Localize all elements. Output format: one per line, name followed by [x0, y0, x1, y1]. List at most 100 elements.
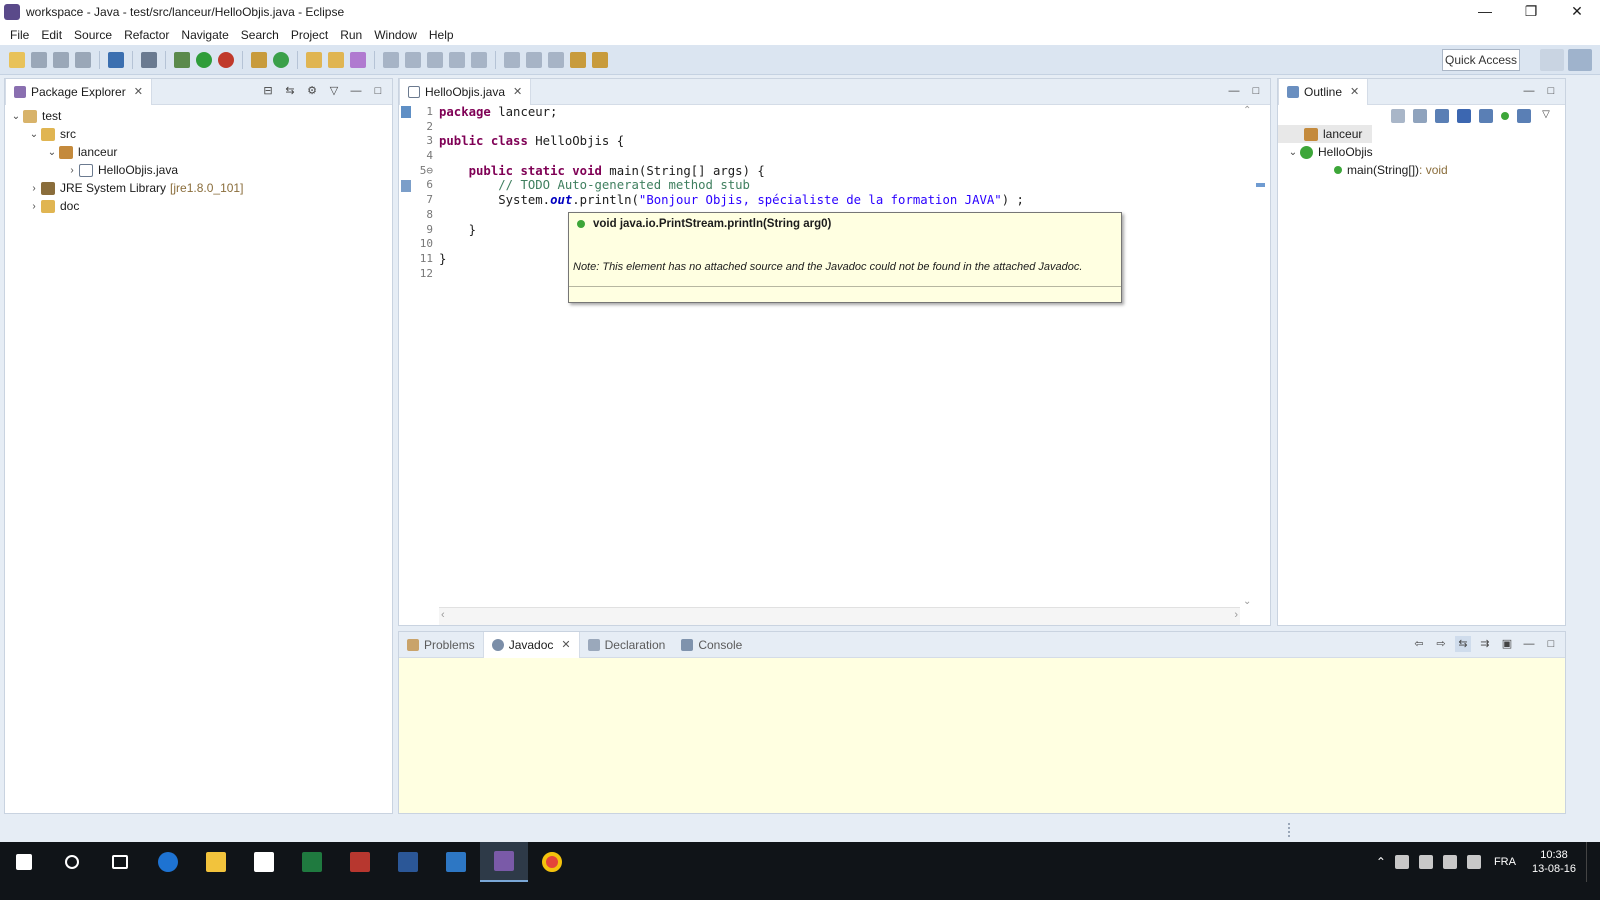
tree-item-jre-library[interactable]: › JRE System Library [jre1.8.0_101] — [5, 179, 392, 197]
chevron-down-icon[interactable]: ⌄ — [27, 129, 41, 140]
overview-marker[interactable] — [1256, 183, 1265, 187]
word-button[interactable] — [384, 842, 432, 882]
excel-button[interactable] — [288, 842, 336, 882]
maximize-view-icon[interactable]: □ — [1543, 636, 1559, 652]
horizontal-scrollbar[interactable]: ‹ › — [439, 607, 1240, 625]
chevron-down-icon[interactable]: ⌄ — [45, 147, 59, 158]
menu-window[interactable]: Window — [368, 28, 423, 42]
search-button[interactable] — [48, 842, 96, 882]
chevron-right-icon[interactable]: › — [27, 183, 41, 194]
last-edit-icon[interactable] — [548, 51, 564, 68]
sort-icon[interactable] — [1435, 109, 1449, 123]
scroll-up-icon[interactable]: ⌃ — [1243, 105, 1251, 116]
new-java-package-icon[interactable] — [251, 51, 267, 68]
hide-static-icon[interactable] — [1479, 109, 1493, 123]
editor-body[interactable]: 1 2 3 4 5⊖ 6 7 8 9 10 11 12 package lanc… — [399, 105, 1270, 625]
toggle-whitespace-icon[interactable] — [427, 51, 443, 68]
menu-refactor[interactable]: Refactor — [118, 28, 175, 42]
show-whitespace-icon[interactable] — [449, 51, 465, 68]
minimize-view-icon[interactable]: — — [1521, 636, 1537, 652]
run-icon[interactable] — [196, 51, 212, 68]
edge-button[interactable] — [144, 842, 192, 882]
close-button[interactable]: ✕ — [1554, 0, 1600, 24]
close-icon[interactable]: ✕ — [513, 85, 522, 98]
terminal-icon[interactable] — [108, 51, 124, 68]
back-arrow-icon[interactable] — [570, 51, 586, 68]
task-view-button[interactable] — [96, 842, 144, 882]
menu-run[interactable]: Run — [334, 28, 368, 42]
hide-fields-icon[interactable] — [1457, 109, 1471, 123]
save-icon[interactable] — [31, 51, 47, 68]
link-with-selection-icon[interactable]: ⇆ — [1455, 636, 1471, 652]
notifications-icon[interactable] — [1466, 855, 1481, 869]
back-icon[interactable]: ⇦ — [1411, 636, 1427, 652]
powershell-button[interactable] — [432, 842, 480, 882]
vertical-scrollbar[interactable]: ⌃ ⌄ — [1240, 105, 1256, 607]
access-button[interactable] — [336, 842, 384, 882]
eclipse-taskbar-button[interactable] — [480, 842, 528, 882]
minimize-view-icon[interactable]: — — [348, 83, 364, 99]
tab-declaration[interactable]: Declaration — [580, 632, 674, 658]
menu-search[interactable]: Search — [235, 28, 285, 42]
maximize-view-icon[interactable]: □ — [370, 83, 386, 99]
view-menu-icon[interactable]: ▽ — [326, 83, 342, 99]
minimize-button[interactable]: — — [1462, 0, 1508, 24]
status-trim-handle[interactable] — [1288, 823, 1290, 837]
forward-icon[interactable]: ⇨ — [1433, 636, 1449, 652]
chevron-down-icon[interactable]: ⌄ — [1286, 147, 1300, 158]
view-menu-icon[interactable]: ▽ — [1539, 109, 1553, 123]
hide-non-public-icon[interactable] — [1501, 112, 1509, 120]
close-icon[interactable]: ✕ — [1350, 85, 1359, 98]
tree-item-helloobjis-java[interactable]: › HelloObjis.java — [5, 161, 392, 179]
new-java-class-icon[interactable] — [273, 51, 289, 68]
open-attached-javadoc-icon[interactable]: ⇉ — [1477, 636, 1493, 652]
collapse-all-icon[interactable] — [1413, 109, 1427, 123]
tab-console[interactable]: Console — [673, 632, 750, 658]
toggle-block-icon[interactable] — [405, 51, 421, 68]
file-explorer-button[interactable] — [192, 842, 240, 882]
battery-icon[interactable] — [1394, 855, 1409, 869]
forward-arrow-icon[interactable] — [592, 51, 608, 68]
code-area[interactable]: package lanceur; public class HelloObjis… — [439, 105, 1240, 607]
tab-outline[interactable]: Outline ✕ — [1278, 78, 1369, 105]
toggle-mark-icon[interactable] — [383, 51, 399, 68]
tab-javadoc[interactable]: Javadoc ✕ — [482, 631, 580, 658]
start-button[interactable] — [0, 842, 48, 882]
menu-edit[interactable]: Edit — [35, 28, 68, 42]
outline-item-package[interactable]: lanceur — [1278, 125, 1372, 143]
menu-navigate[interactable]: Navigate — [175, 28, 234, 42]
coverage-icon[interactable] — [218, 51, 234, 68]
chevron-up-icon[interactable]: ⌃ — [1376, 855, 1386, 869]
outline-item-method[interactable]: main(String[]) : void — [1278, 161, 1565, 179]
chrome-button[interactable] — [528, 842, 576, 882]
minimize-view-icon[interactable]: — — [1521, 83, 1537, 99]
tree-item-src[interactable]: ⌄ src — [5, 125, 392, 143]
volume-icon[interactable] — [1442, 855, 1457, 869]
open-perspective-icon[interactable] — [1540, 49, 1564, 71]
menu-project[interactable]: Project — [285, 28, 334, 42]
quick-access-field[interactable]: Quick Access — [1442, 49, 1520, 71]
clock[interactable]: 10:38 13-08-16 — [1532, 848, 1576, 876]
skip-breakpoints-icon[interactable] — [141, 51, 157, 68]
java-perspective-icon[interactable] — [1568, 49, 1592, 71]
show-source-icon[interactable] — [471, 51, 487, 68]
open-type-icon[interactable] — [306, 51, 322, 68]
tree-item-doc[interactable]: › doc — [5, 197, 392, 215]
show-desktop-button[interactable] — [1586, 842, 1592, 882]
collapse-all-icon[interactable]: ⊟ — [260, 83, 276, 99]
close-icon[interactable]: ✕ — [134, 85, 143, 98]
wifi-icon[interactable] — [1418, 855, 1433, 869]
tree-item-lanceur[interactable]: ⌄ lanceur — [5, 143, 392, 161]
chevron-right-icon[interactable]: › — [27, 201, 41, 212]
next-annotation-icon[interactable] — [504, 51, 520, 68]
scroll-left-icon[interactable]: ‹ — [441, 609, 445, 621]
tree-item-test[interactable]: ⌄ test — [5, 107, 392, 125]
input-language[interactable]: FRA — [1494, 856, 1516, 868]
print-icon[interactable] — [75, 51, 91, 68]
tab-package-explorer[interactable]: Package Explorer ✕ — [5, 78, 152, 105]
search-icon[interactable] — [350, 51, 366, 68]
close-icon[interactable]: ✕ — [561, 638, 570, 651]
scroll-down-icon[interactable]: ⌄ — [1243, 596, 1251, 607]
chevron-right-icon[interactable]: › — [65, 165, 79, 176]
minimize-view-icon[interactable]: — — [1226, 83, 1242, 99]
